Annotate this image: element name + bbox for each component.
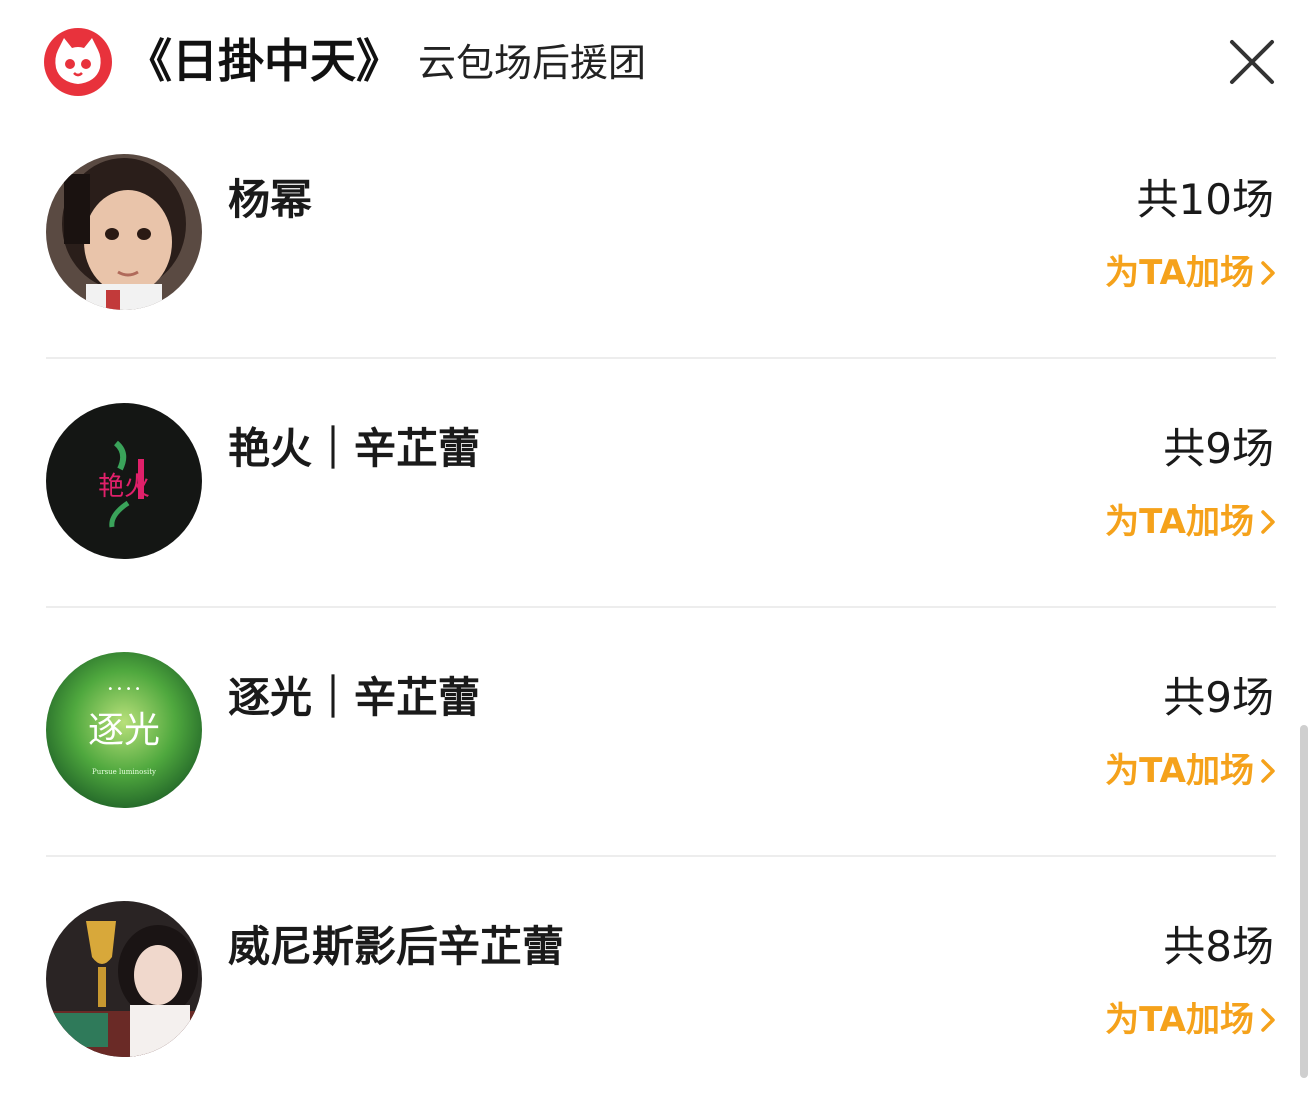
- trophy-portrait-avatar: [46, 901, 202, 1057]
- header: 《日掛中天》 云包场后援团: [0, 0, 1316, 120]
- page-subtitle: 云包场后援团: [418, 41, 647, 85]
- list-item[interactable]: • • • • 逐光 Pursue luminosity 逐光｜辛芷蕾 共9场 …: [46, 608, 1276, 857]
- support-group-list: 杨幂 共10场 为TA加场 艳火 艳火｜辛芷蕾 共9场 为TA加场 • • • …: [46, 110, 1276, 1104]
- chevron-right-icon: [1261, 261, 1275, 285]
- avatar-logo-subtext: Pursue luminosity: [92, 768, 156, 776]
- child-portrait-avatar: [46, 154, 202, 310]
- session-count: 共10场: [1136, 175, 1274, 224]
- avatar-logo-text: 艳火: [98, 472, 150, 502]
- chevron-right-icon: [1261, 1008, 1275, 1032]
- session-count: 共9场: [1163, 424, 1274, 473]
- add-session-label: 为TA加场: [1105, 751, 1254, 791]
- group-name: 杨幂: [228, 175, 313, 224]
- chevron-right-icon: [1261, 510, 1275, 534]
- chevron-right-icon: [1261, 759, 1275, 783]
- zhuguang-logo-avatar: • • • • 逐光 Pursue luminosity: [46, 652, 202, 808]
- yanhuo-logo-avatar: 艳火: [46, 403, 202, 559]
- scrollbar[interactable]: [1300, 725, 1308, 1078]
- group-name: 逐光｜辛芷蕾: [228, 673, 481, 722]
- close-icon[interactable]: [1224, 34, 1280, 90]
- add-session-link[interactable]: 为TA加场: [1105, 499, 1276, 545]
- add-session-label: 为TA加场: [1105, 502, 1254, 542]
- maoyan-cat-logo: [44, 28, 112, 96]
- add-session-link[interactable]: 为TA加场: [1105, 250, 1276, 296]
- add-session-link[interactable]: 为TA加场: [1105, 748, 1276, 794]
- movie-title: 《日掛中天》: [126, 34, 402, 88]
- group-name: 艳火｜辛芷蕾: [228, 424, 481, 473]
- avatar-logo-text: 逐光: [88, 710, 160, 751]
- add-session-label: 为TA加场: [1105, 1000, 1254, 1040]
- list-item[interactable]: 艳火 艳火｜辛芷蕾 共9场 为TA加场: [46, 359, 1276, 608]
- list-item[interactable]: 威尼斯影后辛芷蕾 共8场 为TA加场: [46, 857, 1276, 1104]
- list-item[interactable]: 杨幂 共10场 为TA加场: [46, 110, 1276, 359]
- svg-text:• • • •: • • • •: [107, 684, 140, 695]
- session-count: 共9场: [1163, 673, 1274, 722]
- group-name: 威尼斯影后辛芷蕾: [228, 922, 565, 971]
- add-session-link[interactable]: 为TA加场: [1105, 997, 1276, 1043]
- session-count: 共8场: [1163, 922, 1274, 971]
- add-session-label: 为TA加场: [1105, 253, 1254, 293]
